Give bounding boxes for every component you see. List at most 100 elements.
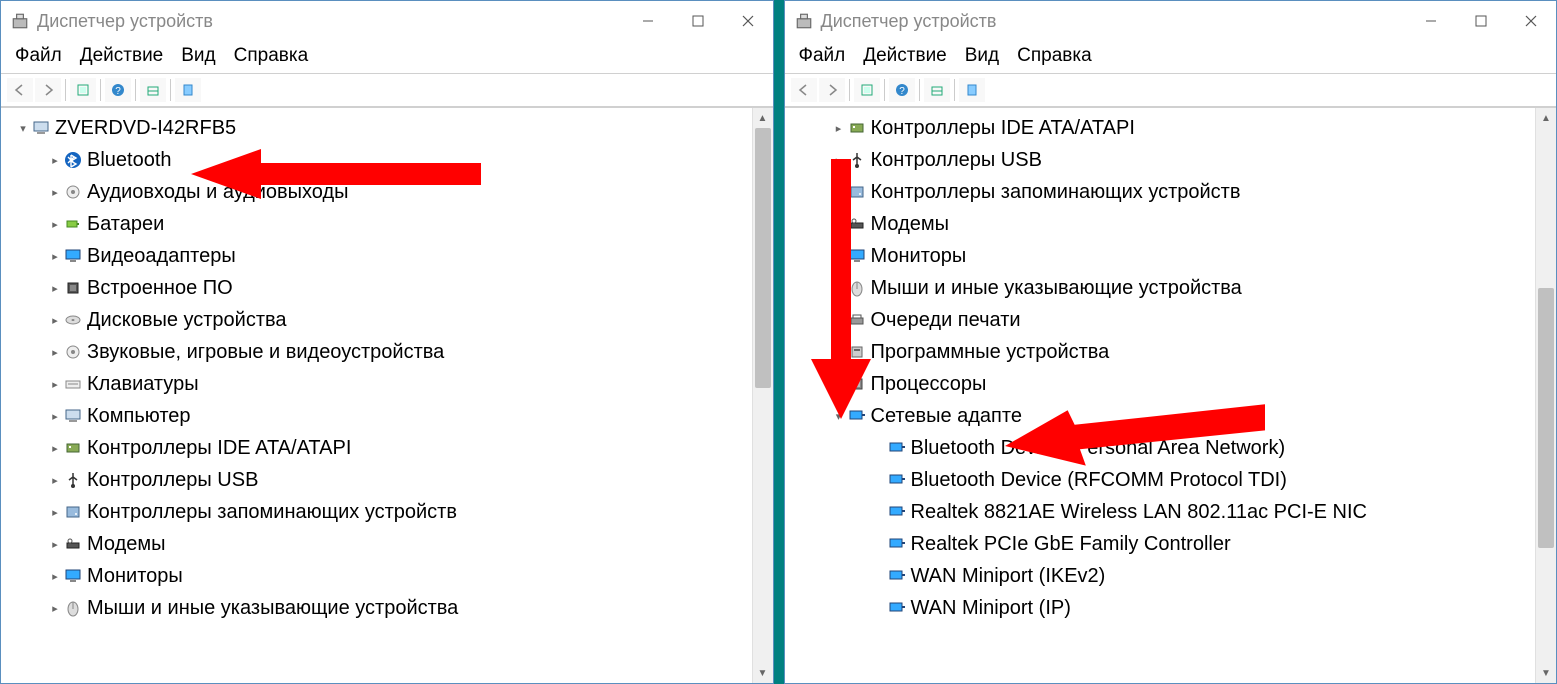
- device-tree[interactable]: ▸Контроллеры IDE ATA/ATAPI▸Контроллеры U…: [785, 108, 1536, 683]
- back-button[interactable]: [791, 78, 817, 102]
- tree-item[interactable]: ▸Контроллеры USB: [799, 144, 1536, 176]
- tree-item[interactable]: ▸Мониторы: [15, 560, 752, 592]
- tree-item[interactable]: ▸Компьютер: [15, 400, 752, 432]
- forward-button[interactable]: [819, 78, 845, 102]
- scroll-down-icon[interactable]: ▼: [1536, 663, 1556, 683]
- back-button[interactable]: [7, 78, 33, 102]
- tree-item[interactable]: ▸Контроллеры запоминающих устройств: [799, 176, 1536, 208]
- tree-item[interactable]: ▸Дисковые устройства: [15, 304, 752, 336]
- chevron-right-icon[interactable]: ▸: [47, 570, 63, 583]
- tree-item[interactable]: Bluetooth Device (RFCOMM Protocol TDI): [799, 464, 1536, 496]
- chevron-right-icon[interactable]: ▸: [831, 314, 847, 327]
- close-button[interactable]: [1506, 1, 1556, 41]
- chevron-right-icon[interactable]: ▸: [47, 378, 63, 391]
- chevron-right-icon[interactable]: ▸: [47, 442, 63, 455]
- chevron-right-icon[interactable]: ▸: [831, 186, 847, 199]
- tree-item[interactable]: ▸Мыши и иные указывающие устройства: [799, 272, 1536, 304]
- chevron-right-icon[interactable]: ▸: [47, 218, 63, 231]
- tree-item[interactable]: ▸Очереди печати: [799, 304, 1536, 336]
- scroll-up-icon[interactable]: ▲: [753, 108, 773, 128]
- tree-item[interactable]: ▸Звуковые, игровые и видеоустройства: [15, 336, 752, 368]
- chevron-right-icon[interactable]: ▸: [47, 538, 63, 551]
- menu-view[interactable]: Вид: [965, 45, 999, 67]
- forward-button[interactable]: [35, 78, 61, 102]
- tree-item[interactable]: ▸Bluetooth: [15, 144, 752, 176]
- minimize-button[interactable]: [1406, 1, 1456, 41]
- tree-item[interactable]: ▸Контроллеры запоминающих устройств: [15, 496, 752, 528]
- tree-item[interactable]: Realtek PCIe GbE Family Controller: [799, 528, 1536, 560]
- menu-action[interactable]: Действие: [80, 45, 164, 67]
- monitor-icon: [63, 566, 83, 586]
- tree-item[interactable]: ▸Модемы: [15, 528, 752, 560]
- minimize-button[interactable]: [623, 1, 673, 41]
- menu-file[interactable]: Файл: [15, 45, 62, 67]
- chevron-right-icon[interactable]: ▸: [47, 282, 63, 295]
- tree-item[interactable]: Realtek 8821AE Wireless LAN 802.11ac PCI…: [799, 496, 1536, 528]
- chevron-right-icon[interactable]: ▸: [831, 154, 847, 167]
- tree-item[interactable]: ▸Клавиатуры: [15, 368, 752, 400]
- tree-item[interactable]: ▸Контроллеры USB: [15, 464, 752, 496]
- chevron-right-icon[interactable]: ▸: [47, 314, 63, 327]
- tree-item[interactable]: ▸Контроллеры IDE ATA/ATAPI: [799, 112, 1536, 144]
- tree-item[interactable]: ▸Программные устройства: [799, 336, 1536, 368]
- help-button[interactable]: ?: [105, 78, 131, 102]
- tree-item[interactable]: ▸Модемы: [799, 208, 1536, 240]
- menu-action[interactable]: Действие: [863, 45, 947, 67]
- tree-item[interactable]: Bluetooth Device (Personal Area Network): [799, 432, 1536, 464]
- chevron-right-icon[interactable]: ▸: [831, 282, 847, 295]
- show-hidden-button[interactable]: [70, 78, 96, 102]
- tree-item[interactable]: ▸Аудиовходы и аудиовыходы: [15, 176, 752, 208]
- scroll-thumb[interactable]: [755, 128, 771, 388]
- tree-item[interactable]: ▸Видеоадаптеры: [15, 240, 752, 272]
- chevron-right-icon[interactable]: ▸: [47, 506, 63, 519]
- chevron-down-icon[interactable]: ▾: [831, 410, 847, 423]
- chevron-right-icon[interactable]: ▸: [47, 186, 63, 199]
- tree-item[interactable]: ▸Батареи: [15, 208, 752, 240]
- scan-button[interactable]: [924, 78, 950, 102]
- help-button[interactable]: ?: [889, 78, 915, 102]
- titlebar: Диспетчер устройств: [1, 1, 773, 41]
- scroll-thumb[interactable]: [1538, 288, 1554, 548]
- chevron-right-icon[interactable]: ▸: [831, 218, 847, 231]
- chevron-down-icon[interactable]: ▾: [15, 122, 31, 135]
- tree-item[interactable]: ▸Процессоры: [799, 368, 1536, 400]
- properties-button[interactable]: [175, 78, 201, 102]
- menu-help[interactable]: Справка: [1017, 45, 1092, 67]
- chevron-right-icon[interactable]: ▸: [47, 346, 63, 359]
- svg-text:?: ?: [115, 86, 121, 97]
- tree-item[interactable]: ▸Мониторы: [799, 240, 1536, 272]
- modem-icon: [63, 534, 83, 554]
- menu-file[interactable]: Файл: [799, 45, 846, 67]
- chevron-right-icon[interactable]: ▸: [831, 122, 847, 135]
- tree-item[interactable]: ▸Встроенное ПО: [15, 272, 752, 304]
- tree-item[interactable]: ▸Контроллеры IDE ATA/ATAPI: [15, 432, 752, 464]
- scroll-up-icon[interactable]: ▲: [1536, 108, 1556, 128]
- chevron-right-icon[interactable]: ▸: [47, 250, 63, 263]
- tree-item[interactable]: ▸Мыши и иные указывающие устройства: [15, 592, 752, 624]
- scroll-down-icon[interactable]: ▼: [753, 663, 773, 683]
- scan-button[interactable]: [140, 78, 166, 102]
- close-button[interactable]: [723, 1, 773, 41]
- show-hidden-button[interactable]: [854, 78, 880, 102]
- tree-item[interactable]: WAN Miniport (IKEv2): [799, 560, 1536, 592]
- menu-help[interactable]: Справка: [234, 45, 309, 67]
- chevron-right-icon[interactable]: ▸: [47, 474, 63, 487]
- maximize-button[interactable]: [1456, 1, 1506, 41]
- scrollbar[interactable]: ▲ ▼: [752, 108, 773, 683]
- chevron-right-icon[interactable]: ▸: [47, 410, 63, 423]
- chevron-right-icon[interactable]: ▸: [47, 154, 63, 167]
- properties-button[interactable]: [959, 78, 985, 102]
- tree-root[interactable]: ▾ZVERDVD-I42RFB5: [15, 112, 752, 144]
- chevron-right-icon[interactable]: ▸: [831, 378, 847, 391]
- chevron-right-icon[interactable]: ▸: [47, 602, 63, 615]
- monitor-icon: [847, 246, 867, 266]
- menu-view[interactable]: Вид: [181, 45, 215, 67]
- tree-item[interactable]: ▾Сетевые адапте: [799, 400, 1536, 432]
- chevron-right-icon[interactable]: ▸: [831, 346, 847, 359]
- chevron-right-icon[interactable]: ▸: [831, 250, 847, 263]
- usb-icon: [847, 150, 867, 170]
- maximize-button[interactable]: [673, 1, 723, 41]
- device-tree[interactable]: ▾ZVERDVD-I42RFB5▸Bluetooth▸Аудиовходы и …: [1, 108, 752, 683]
- tree-item[interactable]: WAN Miniport (IP): [799, 592, 1536, 624]
- scrollbar[interactable]: ▲ ▼: [1535, 108, 1556, 683]
